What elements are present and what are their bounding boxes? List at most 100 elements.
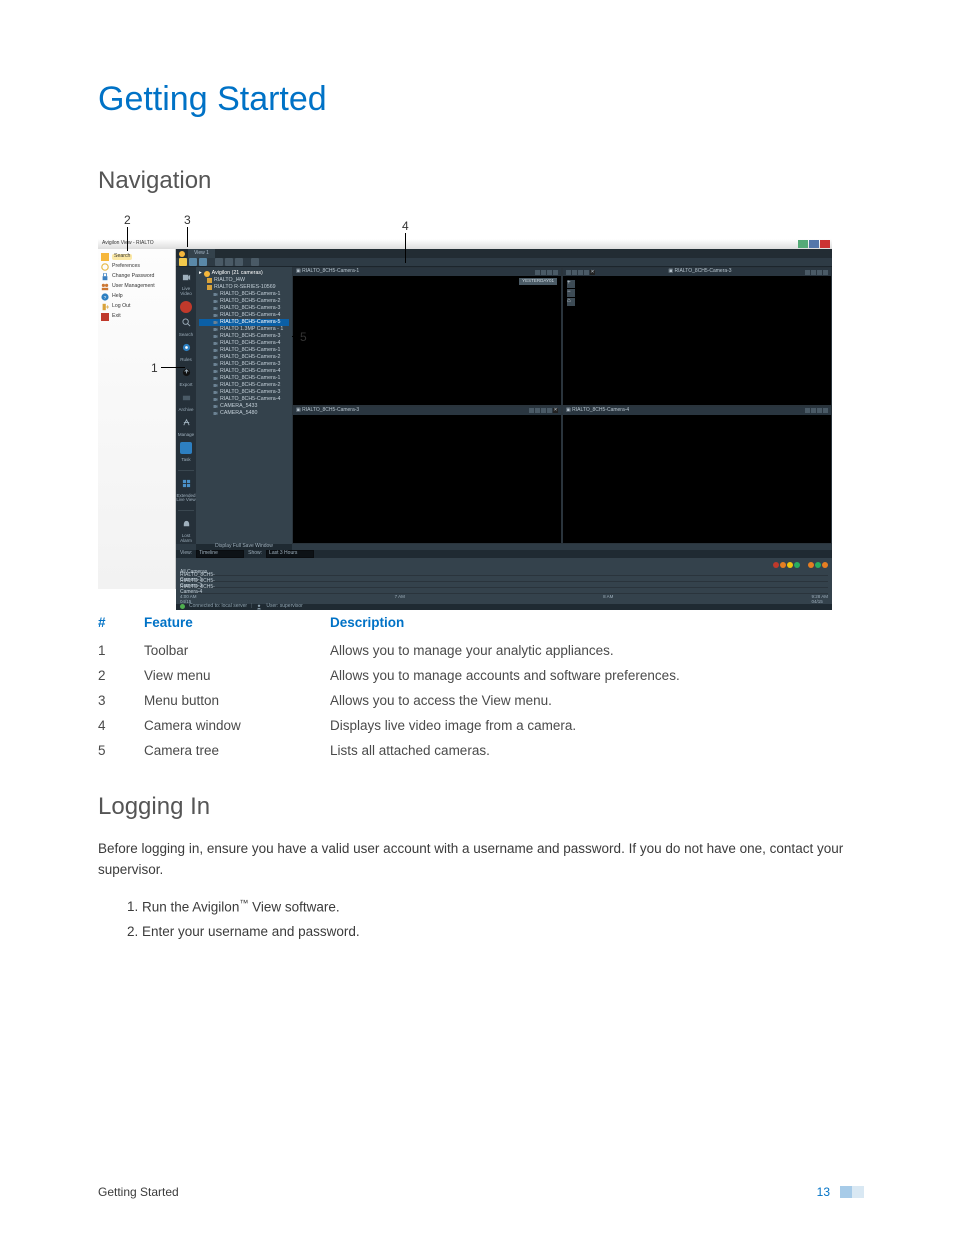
sidebar-archive[interactable] <box>180 392 192 404</box>
tree-item[interactable]: RIALTO_8CH5-Camera-4 <box>199 396 289 403</box>
table-row: 4Camera windowDisplays live video image … <box>98 713 864 738</box>
view-menu-exit[interactable]: Exit <box>101 312 172 322</box>
tab-view1[interactable]: View 1 <box>188 249 215 258</box>
tool-maximize[interactable] <box>235 258 243 266</box>
callout-4: 4 <box>402 219 409 233</box>
tree-item[interactable]: RIALTO_8CH5-Camera-2 <box>199 298 289 305</box>
tool-new[interactable] <box>179 258 187 266</box>
tree-item[interactable]: CAMERA_5480 <box>199 410 289 417</box>
tool-save[interactable] <box>199 258 207 266</box>
view-menu-user-management[interactable]: User Management <box>101 282 172 292</box>
tree-item[interactable]: RIALTO_8CH5-Camera-3 <box>199 389 289 396</box>
camera-grid: ▣ RIALTO_8CH5-Camera-1 YESTERDAY01 ✕▣ RI… <box>292 267 832 544</box>
viewbar-show-label: Show: <box>248 551 262 557</box>
tree-item[interactable]: RIALTO_8CH5-Camera-5 <box>199 319 289 326</box>
camera-icon <box>213 355 218 360</box>
tree-item[interactable]: RIALTO_8CH5-Camera-1 <box>199 375 289 382</box>
sidebar-search[interactable] <box>180 317 192 329</box>
tree-item[interactable]: RIALTO_8CH5-Camera-2 <box>199 382 289 389</box>
sidebar-live-video[interactable] <box>180 271 192 283</box>
sidebar-task[interactable] <box>180 442 192 454</box>
tree-item[interactable]: RIALTO_8CH5-Camera-3 <box>199 361 289 368</box>
logging-in-intro: Before logging in, ensure you have a val… <box>98 839 864 881</box>
window-close-button[interactable] <box>820 240 830 248</box>
sidebar-rules[interactable] <box>180 342 192 354</box>
camera-icon: ▣ <box>566 407 571 413</box>
tree-item[interactable]: RIALTO 1.3MP Camera - 1 <box>199 326 289 333</box>
table-row: 1ToolbarAllows you to manage your analyt… <box>98 638 864 663</box>
viewbar-show-select[interactable]: Last 3 Hours <box>266 550 314 558</box>
tool-layout[interactable] <box>215 258 223 266</box>
sidebar-manage[interactable] <box>180 417 192 429</box>
view-menu-help[interactable]: ?Help <box>101 292 172 302</box>
status-connected-icon <box>180 604 185 609</box>
step-2: Enter your username and password. <box>142 920 864 945</box>
sidebar-lost-alarm[interactable] <box>180 518 192 530</box>
camera-icon: ▣ <box>296 268 301 274</box>
sidebar-export-label: Export <box>179 383 192 388</box>
view-menu-change-password[interactable]: Change Password <box>101 272 172 282</box>
sidebar-extended-view-label: Extended Live View <box>176 494 196 504</box>
viewbar-view-select[interactable]: Timeline <box>196 550 244 558</box>
camera-tree[interactable]: ▸ Avigilon (21 cameras) RIALTO_I4W RIALT… <box>196 267 292 544</box>
window-minimize-button[interactable] <box>798 240 808 248</box>
timeline-row[interactable]: RIALTO_8CH5-Camera-4 <box>180 588 828 594</box>
view-menu-logout[interactable]: Log Out <box>101 302 172 312</box>
camera-icon <box>213 362 218 367</box>
camera-window-3[interactable]: ▣ RIALTO_8CH5-Camera-3✕ <box>292 406 562 545</box>
tree-root[interactable]: ▸ Avigilon (21 cameras) <box>199 270 289 277</box>
camera-icon <box>213 292 218 297</box>
tree-item[interactable]: RIALTO_8CH5-Camera-4 <box>199 340 289 347</box>
camera-area: ▣ RIALTO_8CH5-Camera-1 YESTERDAY01 ✕▣ RI… <box>292 267 832 544</box>
view-menu-search[interactable]: Search <box>101 252 172 262</box>
sidebar-lost-alarm-label: Lost Alarm <box>176 534 196 544</box>
camera-icon: ▣ <box>668 268 673 274</box>
tool-open[interactable] <box>189 258 197 266</box>
menu-button-icon[interactable] <box>179 251 185 257</box>
sidebar-divider <box>178 470 194 471</box>
table-header-num: # <box>98 611 144 638</box>
sidebar-archive-label: Archive <box>178 408 193 413</box>
tree-item[interactable]: RIALTO R-SERIES-10569 <box>199 284 289 291</box>
callout-2: 2 <box>124 213 131 227</box>
page-footer: Getting Started 13 <box>98 1185 864 1199</box>
sidebar-extended-view[interactable] <box>180 478 192 490</box>
table-cell-feature: Camera window <box>144 713 330 738</box>
tree-item[interactable]: RIALTO_8CH5-Camera-1 <box>199 347 289 354</box>
camera-zoom-controls[interactable]: +−⌂ <box>567 280 575 306</box>
tree-item[interactable]: RIALTO_8CH5-Camera-2 <box>199 354 289 361</box>
table-cell-feature: Menu button <box>144 688 330 713</box>
camera-window-2[interactable]: ✕▣ RIALTO_8CH5-Camera-3 +−⌂ <box>562 267 832 406</box>
table-cell-num: 2 <box>98 663 144 688</box>
step-1: Run the Avigilon™ View software. <box>142 895 864 920</box>
camera-icon <box>213 320 218 325</box>
features-table: # Feature Description 1ToolbarAllows you… <box>98 611 864 763</box>
camera-window-1[interactable]: ▣ RIALTO_8CH5-Camera-1 YESTERDAY01 <box>292 267 562 406</box>
callout-3: 3 <box>184 213 191 227</box>
tool-close[interactable] <box>225 258 233 266</box>
sidebar-rules-label: Rules <box>180 358 192 363</box>
camera-icon <box>213 334 218 339</box>
camera-window-4[interactable]: ▣ RIALTO_8CH5-Camera-4 <box>562 406 832 545</box>
tree-item[interactable]: RIALTO_I4W <box>199 277 289 284</box>
camera-icon <box>213 376 218 381</box>
main-area: View 1 <box>176 249 832 589</box>
sidebar-record-icon[interactable] <box>180 301 192 313</box>
sidebar-export[interactable] <box>180 367 192 379</box>
logging-in-steps: Run the Avigilon™ View software. Enter y… <box>98 895 864 945</box>
camera-icon <box>213 404 218 409</box>
tree-item[interactable]: RIALTO_8CH5-Camera-1 <box>199 291 289 298</box>
table-cell-num: 5 <box>98 738 144 763</box>
tool-logout[interactable] <box>251 258 259 266</box>
tree-item[interactable]: CAMERA_5433 <box>199 403 289 410</box>
status-connection: Connected to: local server <box>189 604 247 610</box>
camera-icon <box>213 313 218 318</box>
section-logging-in: Logging In <box>98 793 864 821</box>
tree-item[interactable]: RIALTO_8CH5-Camera-4 <box>199 312 289 319</box>
tree-item[interactable]: RIALTO_8CH5-Camera-3 <box>199 333 289 340</box>
tree-item[interactable]: RIALTO_8CH5-Camera-3 <box>199 305 289 312</box>
callout-5: 5 <box>300 330 307 344</box>
view-menu-preferences[interactable]: Preferences <box>101 262 172 272</box>
window-maximize-button[interactable] <box>809 240 819 248</box>
tree-item[interactable]: RIALTO_8CH5-Camera-4 <box>199 368 289 375</box>
